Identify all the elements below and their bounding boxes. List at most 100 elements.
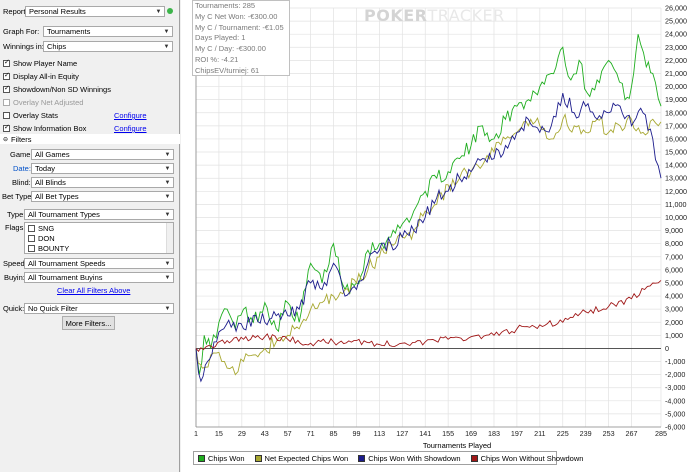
info-roi: ROI %: -4.21 [195, 54, 239, 64]
info-per-day: My C / Day: -€300.00 [195, 44, 266, 54]
bet-type-select[interactable]: All Bet Types ▼ [31, 191, 174, 202]
checkbox-icon [28, 235, 35, 242]
flags-scrollbar[interactable] [166, 223, 173, 253]
y-tick-label: 25,000 [665, 17, 687, 26]
winnings-in-select[interactable]: Chips ▼ [43, 41, 173, 52]
y-tick-label: 17,000 [665, 121, 687, 130]
report-select[interactable]: Personal Results ▼ [25, 6, 165, 17]
flag-item-don[interactable]: DON [25, 234, 173, 243]
checkbox-icon [3, 112, 10, 119]
report-label: Report: [3, 7, 28, 16]
x-tick-label: 71 [307, 429, 315, 438]
x-tick-label: 57 [284, 429, 292, 438]
filters-header[interactable]: ⊖ Filters [0, 134, 180, 144]
x-tick-label: 141 [419, 429, 431, 438]
y-tick-label: 4,000 [665, 292, 683, 301]
blind-select[interactable]: All Blinds ▼ [31, 177, 174, 188]
y-tick-label: 9,000 [665, 226, 683, 235]
legend-swatch [198, 454, 205, 462]
date-select[interactable]: Today ▼ [31, 163, 174, 174]
more-filters-button[interactable]: More Filters... [62, 316, 115, 330]
buyin-select[interactable]: All Tournament Buyins ▼ [24, 272, 174, 283]
info-box-configure-link[interactable]: Configure [114, 124, 147, 133]
date-label: Date: [13, 164, 31, 173]
flags-label: Flags: [5, 223, 26, 232]
y-tick-label: 6,000 [665, 265, 683, 274]
show-player-name-checkbox[interactable]: Show Player Name [3, 58, 77, 68]
x-tick-label: 253 [603, 429, 615, 438]
y-tick-label: 22,000 [665, 56, 687, 65]
x-tick-label: 225 [557, 429, 569, 438]
information-box: Tournaments: 285 My C Net Won: -€300.00 … [192, 0, 290, 76]
game-select[interactable]: All Games ▼ [31, 149, 174, 160]
checkbox-icon [3, 84, 10, 93]
x-tick-label: 85 [330, 429, 338, 438]
bet-type-label: Bet Type: [2, 192, 34, 201]
x-tick-label: 99 [352, 429, 360, 438]
y-tick-label: 23,000 [665, 43, 687, 52]
x-axis-label: Tournaments Played [422, 441, 492, 450]
chevron-down-icon: ▼ [164, 305, 171, 312]
x-tick-label: 211 [534, 429, 545, 438]
clear-all-filters-link[interactable]: Clear All Filters Above [57, 286, 130, 295]
type-select[interactable]: All Tournament Types ▼ [24, 209, 174, 220]
y-tick-label: 18,000 [665, 108, 687, 117]
x-tick-label: 43 [261, 429, 269, 438]
y-tick-label: 0 [665, 344, 669, 353]
chevron-down-icon: ▼ [163, 43, 170, 50]
y-tick-label: -4,000 [665, 396, 685, 405]
y-tick-label: 20,000 [665, 82, 687, 91]
y-tick-label: -1,000 [665, 357, 685, 366]
graph-for-select[interactable]: Tournaments ▼ [43, 26, 173, 37]
y-tick-label: -3,000 [665, 383, 685, 392]
series-line-3 [195, 280, 662, 353]
info-net-won: My C Net Won: -€300.00 [195, 11, 278, 21]
checkbox-icon [28, 245, 35, 252]
x-tick-label: 239 [580, 429, 592, 438]
overlay-stats-checkbox[interactable]: Overlay Stats [3, 111, 58, 120]
chevron-down-icon: ▼ [164, 260, 171, 267]
x-tick-label: 169 [465, 429, 477, 438]
checkbox-icon [3, 58, 10, 67]
show-info-box-checkbox[interactable]: Show Information Box [3, 123, 86, 133]
overlay-net-adjusted-checkbox[interactable]: Overlay Net Adjusted [3, 98, 83, 107]
buyin-label: Buyin: [4, 273, 25, 282]
y-tick-label: 5,000 [665, 278, 683, 287]
showdown-winnings-checkbox[interactable]: Showdown/Non SD Winnings [3, 84, 111, 94]
y-tick-label: 24,000 [665, 30, 687, 39]
graph-for-label: Graph For: [3, 27, 40, 36]
y-tick-label: 3,000 [665, 305, 683, 314]
y-tick-label: -5,000 [665, 409, 685, 418]
chevron-down-icon: ▼ [164, 274, 171, 281]
checkbox-icon [3, 123, 10, 132]
checkbox-icon [3, 71, 10, 80]
checkbox-icon [28, 225, 35, 232]
chevron-down-icon: ▼ [164, 179, 171, 186]
flag-item-bounty[interactable]: BOUNTY [25, 244, 173, 253]
legend-without-showdown[interactable]: Chips Won Without Showdown [470, 454, 583, 463]
y-tick-label: 10,000 [665, 213, 687, 222]
legend-chips-won[interactable]: Chips Won [198, 454, 245, 463]
info-days-played: Days Played: 1 [195, 33, 246, 43]
overlay-stats-configure-link[interactable]: Configure [114, 111, 147, 120]
chevron-down-icon: ▼ [163, 28, 170, 35]
flag-item-sng[interactable]: SNG [25, 224, 173, 233]
legend-net-expected[interactable]: Net Expected Chips Won [254, 454, 348, 463]
speed-select[interactable]: All Tournament Speeds ▼ [24, 258, 174, 269]
x-tick-label: 127 [396, 429, 408, 438]
x-tick-label: 197 [511, 429, 523, 438]
info-tournaments: Tournaments: 285 [195, 1, 256, 10]
legend-with-showdown[interactable]: Chips Won With Showdown [358, 454, 461, 463]
x-tick-label: 155 [442, 429, 454, 438]
x-tick-label: 113 [374, 429, 385, 438]
filter-panel: Report: Personal Results ▼ Graph For: Tou… [0, 0, 180, 472]
y-tick-label: 7,000 [665, 252, 683, 261]
y-tick-label: 15,000 [665, 148, 687, 157]
y-tick-label: 16,000 [665, 134, 687, 143]
y-tick-label: 14,000 [665, 161, 687, 170]
display-allin-equity-checkbox[interactable]: Display All-in Equity [3, 71, 79, 81]
y-tick-label: 11,000 [665, 200, 686, 209]
quick-filter-select[interactable]: No Quick Filter ▼ [24, 303, 174, 314]
chevron-down-icon: ▼ [164, 211, 171, 218]
info-per-tournament: My C / Tournament: -€1.05 [195, 22, 284, 32]
